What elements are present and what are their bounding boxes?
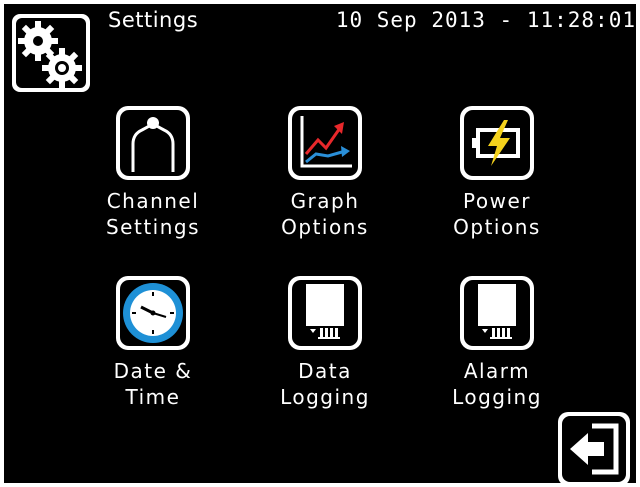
exit-icon	[570, 423, 619, 475]
sd-card-icon	[288, 276, 362, 350]
graph-trend-icon	[288, 106, 362, 180]
channel-settings-label: Channel Settings	[105, 189, 201, 239]
exit-button[interactable]	[558, 412, 630, 483]
alarm-logging-label: Alarm Logging	[452, 359, 542, 409]
graph-options-button[interactable]: Graph Options	[240, 106, 410, 246]
date-time-label: Date & Time	[113, 359, 193, 409]
settings-screen: Settings 10 Sep 2013 - 11:28:01 Channel …	[4, 4, 636, 483]
data-logging-button[interactable]: Data Logging	[240, 276, 410, 416]
power-options-label: Power Options	[453, 189, 541, 239]
battery-charging-icon	[460, 106, 534, 180]
date-time-button[interactable]: Date & Time	[68, 276, 238, 416]
sd-card-icon	[460, 276, 534, 350]
thermocouple-probe-icon	[116, 106, 190, 180]
channel-settings-button[interactable]: Channel Settings	[68, 106, 238, 246]
clock-icon	[116, 276, 190, 350]
data-logging-label: Data Logging	[280, 359, 370, 409]
graph-options-label: Graph Options	[281, 189, 369, 239]
power-options-button[interactable]: Power Options	[412, 106, 582, 246]
date-time-display: 10 Sep 2013 - 11:28:01	[335, 8, 636, 32]
settings-gears-icon	[12, 14, 90, 92]
alarm-logging-button[interactable]: Alarm Logging	[412, 276, 582, 416]
page-title: Settings	[108, 8, 199, 32]
